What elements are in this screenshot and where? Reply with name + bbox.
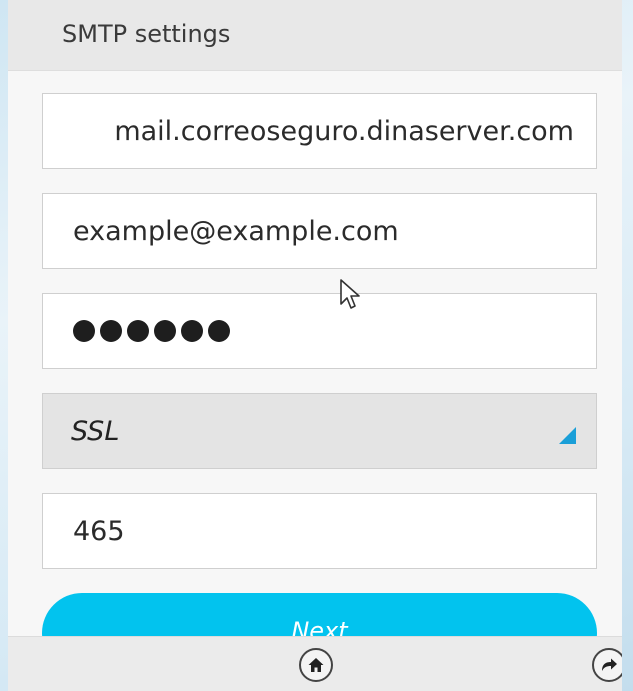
password-dot	[181, 320, 203, 342]
password-field[interactable]	[42, 293, 597, 369]
security-select[interactable]: SSL	[42, 393, 597, 469]
password-dot	[208, 320, 230, 342]
page-title: SMTP settings	[62, 20, 231, 48]
mouse-cursor-icon	[340, 279, 360, 309]
footer-bar	[8, 636, 622, 691]
home-button[interactable]	[299, 648, 333, 682]
header-bar: SMTP settings	[8, 0, 622, 71]
forward-icon	[602, 658, 617, 671]
dropdown-arrow-icon	[559, 427, 576, 444]
password-dot	[100, 320, 122, 342]
home-icon	[308, 658, 324, 672]
email-value: example@example.com	[73, 216, 399, 247]
security-selected-value: SSL	[71, 416, 120, 447]
smtp-settings-panel: SMTP settings mail.correoseguro.dinaserv…	[8, 0, 622, 691]
password-dot	[127, 320, 149, 342]
port-value: 465	[73, 516, 125, 547]
email-field[interactable]: example@example.com	[42, 193, 597, 269]
password-mask	[73, 320, 230, 344]
password-dot	[73, 320, 95, 342]
password-dot	[154, 320, 176, 342]
smtp-server-value: mail.correoseguro.dinaserver.com	[114, 116, 574, 147]
forward-button[interactable]	[592, 648, 622, 682]
smtp-server-field[interactable]: mail.correoseguro.dinaserver.com	[42, 93, 597, 169]
port-field[interactable]: 465	[42, 493, 597, 569]
